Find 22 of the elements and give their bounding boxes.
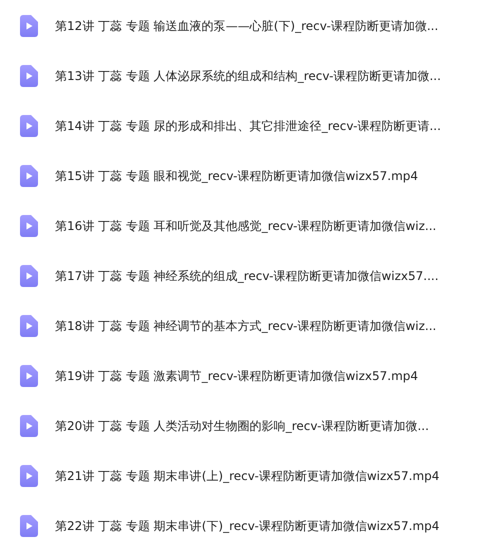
file-name[interactable]: 第13讲 丁蕊 专题 人体泌尿系统的组成和结构_recv-课程防断更请加微... <box>55 68 441 84</box>
file-name[interactable]: 第20讲 丁蕊 专题 人类活动对生物圈的影响_recv-课程防断更请加微... <box>55 418 429 434</box>
video-file-icon <box>20 515 38 537</box>
file-name[interactable]: 第17讲 丁蕊 专题 神经系统的组成_recv-课程防断更请加微信wizx57.... <box>55 268 439 284</box>
file-name[interactable]: 第19讲 丁蕊 专题 激素调节_recv-课程防断更请加微信wizx57.mp4 <box>55 368 418 384</box>
file-name[interactable]: 第16讲 丁蕊 专题 耳和听觉及其他感觉_recv-课程防断更请加微信wiz... <box>55 218 436 234</box>
video-file-icon <box>20 365 38 387</box>
video-file-icon <box>20 65 38 87</box>
file-name[interactable]: 第18讲 丁蕊 专题 神经调节的基本方式_recv-课程防断更请加微信wiz... <box>55 318 436 334</box>
video-file-icon <box>20 15 38 37</box>
video-file-icon <box>20 115 38 137</box>
video-file-icon <box>20 415 38 437</box>
file-name[interactable]: 第15讲 丁蕊 专题 眼和视觉_recv-课程防断更请加微信wizx57.mp4 <box>55 168 418 184</box>
video-file-icon <box>20 315 38 337</box>
file-name[interactable]: 第14讲 丁蕊 专题 尿的形成和排出、其它排泄途径_recv-课程防断更请... <box>55 118 441 134</box>
video-file-icon <box>20 165 38 187</box>
file-name[interactable]: 第21讲 丁蕊 专题 期末串讲(上)_recv-课程防断更请加微信wizx57.mp4 <box>55 468 440 484</box>
video-file-icon <box>20 215 38 237</box>
video-file-icon <box>20 465 38 487</box>
file-name[interactable]: 第12讲 丁蕊 专题 输送血液的泵——心脏(下)_recv-课程防断更请加微... <box>55 18 438 34</box>
file-name[interactable]: 第22讲 丁蕊 专题 期末串讲(下)_recv-课程防断更请加微信wizx57.mp4 <box>55 518 440 534</box>
video-file-icon <box>20 265 38 287</box>
